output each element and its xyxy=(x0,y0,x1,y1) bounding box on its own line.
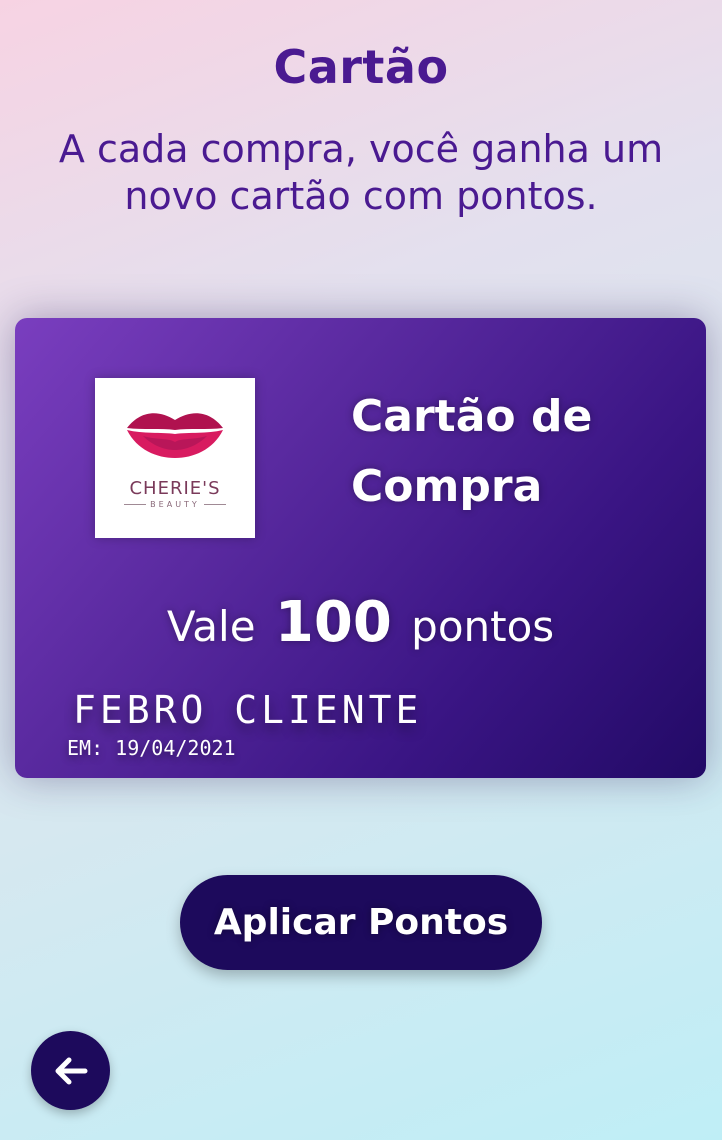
back-button[interactable] xyxy=(31,1031,110,1110)
page-subtitle: A cada compra, você ganha um novo cartão… xyxy=(58,127,664,218)
brand-logo: CHERIE'S BEAUTY xyxy=(95,378,255,538)
value-suffix: pontos xyxy=(411,602,555,651)
card-value: Vale 100 pontos xyxy=(15,590,706,655)
page-title: Cartão xyxy=(273,40,449,94)
card-holder-name: FEBRO CLIENTE xyxy=(73,688,423,732)
value-points: 100 xyxy=(274,590,392,655)
lips-icon xyxy=(127,413,223,458)
purchase-card: CHERIE'S BEAUTY Cartão de Compra Vale 10… xyxy=(15,318,706,778)
brand-name: CHERIE'S xyxy=(129,478,221,499)
value-prefix: Vale xyxy=(166,602,256,651)
brand-subtitle: BEAUTY xyxy=(95,500,255,509)
card-issue-date: EM: 19/04/2021 xyxy=(67,736,236,760)
card-title: Cartão de Compra xyxy=(351,391,593,512)
apply-points-button[interactable]: Aplicar Pontos xyxy=(180,875,542,970)
arrow-left-icon xyxy=(55,1057,87,1084)
